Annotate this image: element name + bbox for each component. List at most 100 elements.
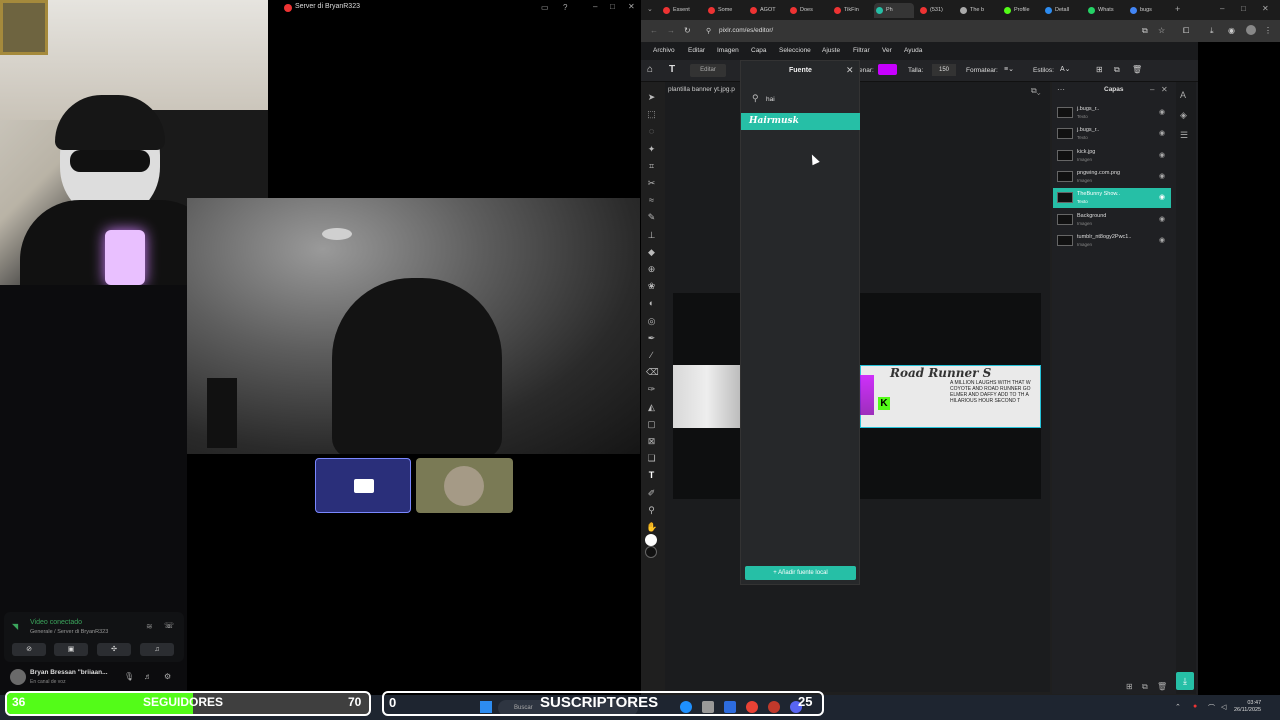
participant-tile-avatar[interactable] xyxy=(416,458,513,513)
avatar[interactable] xyxy=(10,669,26,685)
select-icon[interactable]: ⬚ xyxy=(646,109,657,120)
bookmark-star-icon[interactable]: ☆ xyxy=(1158,26,1165,35)
menu-item-4[interactable]: Seleccione xyxy=(779,47,811,54)
close-icon[interactable]: ✕ xyxy=(846,65,854,76)
add-layer-icon[interactable]: ⊞ xyxy=(1096,65,1103,74)
profile-icon[interactable]: ◉ xyxy=(1228,26,1235,35)
url-field[interactable]: pixlr.com/es/editor/ xyxy=(719,27,773,34)
tab-10[interactable]: Whats xyxy=(1086,3,1126,18)
menu-item-1[interactable]: Editar xyxy=(688,47,705,54)
background-color[interactable] xyxy=(645,546,657,558)
menu-item-6[interactable]: Filtrar xyxy=(853,47,870,54)
size-select[interactable]: 150 xyxy=(932,64,956,76)
minimize-icon[interactable]: ▭ xyxy=(541,3,549,12)
tab-0[interactable]: Essent xyxy=(661,3,701,18)
participant-video-feed[interactable] xyxy=(187,198,640,454)
tray-mic-icon[interactable]: ● xyxy=(1193,703,1197,710)
account-avatar[interactable] xyxy=(1246,25,1256,35)
tab-7[interactable]: The b xyxy=(958,3,998,18)
new-layer-icon[interactable]: ⊞ xyxy=(1126,682,1133,691)
volume-icon[interactable]: ◁ xyxy=(1221,703,1226,711)
frame-icon[interactable]: ❏ xyxy=(646,453,657,464)
pen-icon[interactable]: ✒ xyxy=(646,333,657,344)
eye-icon[interactable]: ◉ xyxy=(1159,151,1165,159)
browser-menu-icon[interactable]: ⋮ xyxy=(1264,26,1272,35)
disconnect-icon[interactable]: ☏ xyxy=(164,621,174,630)
drop-icon[interactable]: ◆ xyxy=(646,247,657,258)
eye-icon[interactable]: ◉ xyxy=(1159,193,1165,201)
layer-row[interactable]: pngwing.com.png Imagen ◉ xyxy=(1053,167,1171,187)
tray-chevron-icon[interactable]: ⌃ xyxy=(1175,703,1181,711)
align-icon[interactable]: ≡⌄ xyxy=(1004,65,1014,73)
tab-5[interactable]: Ph xyxy=(874,3,914,18)
eye-icon[interactable]: ◉ xyxy=(1159,172,1165,180)
layer-row[interactable]: kick.jpg Imagen ◉ xyxy=(1053,146,1171,166)
forward-icon[interactable]: → xyxy=(667,26,675,35)
font-search-input[interactable] xyxy=(766,94,846,104)
voice-status[interactable]: Video conectado xyxy=(30,619,82,626)
eyedropper-icon[interactable]: ✐ xyxy=(646,488,657,499)
activities-button[interactable]: ✣ xyxy=(97,643,131,656)
tab-4[interactable]: TikFin xyxy=(832,3,872,18)
voice-channel[interactable]: Generale / Server di BryanR323 xyxy=(30,629,108,635)
soundboard-button[interactable]: ♫ xyxy=(140,643,174,656)
text-icon[interactable]: T xyxy=(646,470,657,481)
gradient-icon[interactable]: ⊠ xyxy=(646,436,657,447)
window-close-button[interactable]: ✕ xyxy=(628,2,635,11)
tab-2[interactable]: AGOT xyxy=(748,3,788,18)
menu-item-0[interactable]: Archivo xyxy=(653,47,675,54)
zoom-icon[interactable]: ⚲ xyxy=(646,505,657,516)
dodge-icon[interactable]: ◐ xyxy=(646,298,657,309)
reload-icon[interactable]: ↻ xyxy=(684,26,691,35)
layers-icon[interactable]: ◈ xyxy=(1180,110,1187,121)
foreground-color[interactable] xyxy=(645,534,657,546)
font-style-icon[interactable]: A⌄ xyxy=(1060,65,1071,73)
tab-1[interactable]: Some xyxy=(706,3,746,18)
pattern-icon[interactable]: ❀ xyxy=(646,281,657,292)
menu-item-5[interactable]: Ajuste xyxy=(822,47,840,54)
browser-minimize-button[interactable]: – xyxy=(1220,4,1224,13)
stamp-icon[interactable]: ⊥ xyxy=(646,230,657,241)
microphone-icon[interactable]: 🎙 xyxy=(124,672,134,681)
eye-icon[interactable]: ◉ xyxy=(1159,129,1165,137)
delete-icon[interactable]: 🗑 xyxy=(1132,65,1142,74)
globe-icon[interactable]: ⊕ xyxy=(646,264,657,275)
browser-maximize-button[interactable]: □ xyxy=(1241,4,1246,13)
fill-icon[interactable]: ◭ xyxy=(646,402,657,413)
menu-item-2[interactable]: Imagen xyxy=(717,47,739,54)
move-icon[interactable]: ➤ xyxy=(646,92,657,103)
download-icon[interactable]: ⤓ xyxy=(1210,26,1214,36)
window-maximize-button[interactable]: □ xyxy=(610,2,615,11)
brush-icon[interactable]: ∕ xyxy=(646,350,657,361)
extensions-icon[interactable]: ⧠ xyxy=(1183,26,1189,36)
tab-3[interactable]: Does xyxy=(788,3,828,18)
properties-icon[interactable]: ☰ xyxy=(1180,130,1188,141)
eye-icon[interactable]: ◉ xyxy=(1159,236,1165,244)
hand-icon[interactable]: ✋ xyxy=(646,522,657,533)
help-icon[interactable]: ? xyxy=(563,3,567,12)
menu-item-3[interactable]: Capa xyxy=(751,47,767,54)
layer-row[interactable]: j.bugs_r.. Texto ◉ xyxy=(1053,103,1171,123)
layer-delete-icon[interactable]: 🗑 xyxy=(1157,682,1167,691)
arrange-icon[interactable]: ⧉⌄ xyxy=(1031,86,1041,96)
tab-9[interactable]: Detall xyxy=(1043,3,1083,18)
fill-color-swatch[interactable] xyxy=(878,64,897,75)
tab-8[interactable]: Profile xyxy=(1002,3,1042,18)
adjust-icon[interactable]: A xyxy=(1180,90,1186,100)
window-minimize-button[interactable]: – xyxy=(593,2,597,11)
headphones-icon[interactable]: ♬ xyxy=(144,672,152,681)
camera-off-button[interactable]: ⊘ xyxy=(12,643,46,656)
clock[interactable]: 03:47 26/11/2025 xyxy=(1234,700,1261,714)
noise-suppression-icon[interactable]: ≋ xyxy=(146,622,153,631)
install-app-icon[interactable]: ⧉ xyxy=(1142,26,1148,36)
layer-row[interactable]: j.bugs_r.. Texto ◉ xyxy=(1053,124,1171,144)
layer-row[interactable]: tumblr_nt8ogy2Pwc1.. Imagen ◉ xyxy=(1053,231,1171,251)
layers-close-icon[interactable]: ✕ xyxy=(1161,85,1168,94)
heal-icon[interactable]: ✎ xyxy=(646,212,657,223)
liquify-icon[interactable]: ≈ xyxy=(646,195,657,206)
layer-row[interactable]: TheBunny Show.. Texto ◉ xyxy=(1053,188,1171,209)
cut-icon[interactable]: ✂ xyxy=(646,178,657,189)
gear-icon[interactable]: ⚙ xyxy=(164,672,171,681)
add-local-font-button[interactable]: + Añadir fuente local xyxy=(745,566,856,580)
eraser-icon[interactable]: ⌫ xyxy=(646,367,659,378)
